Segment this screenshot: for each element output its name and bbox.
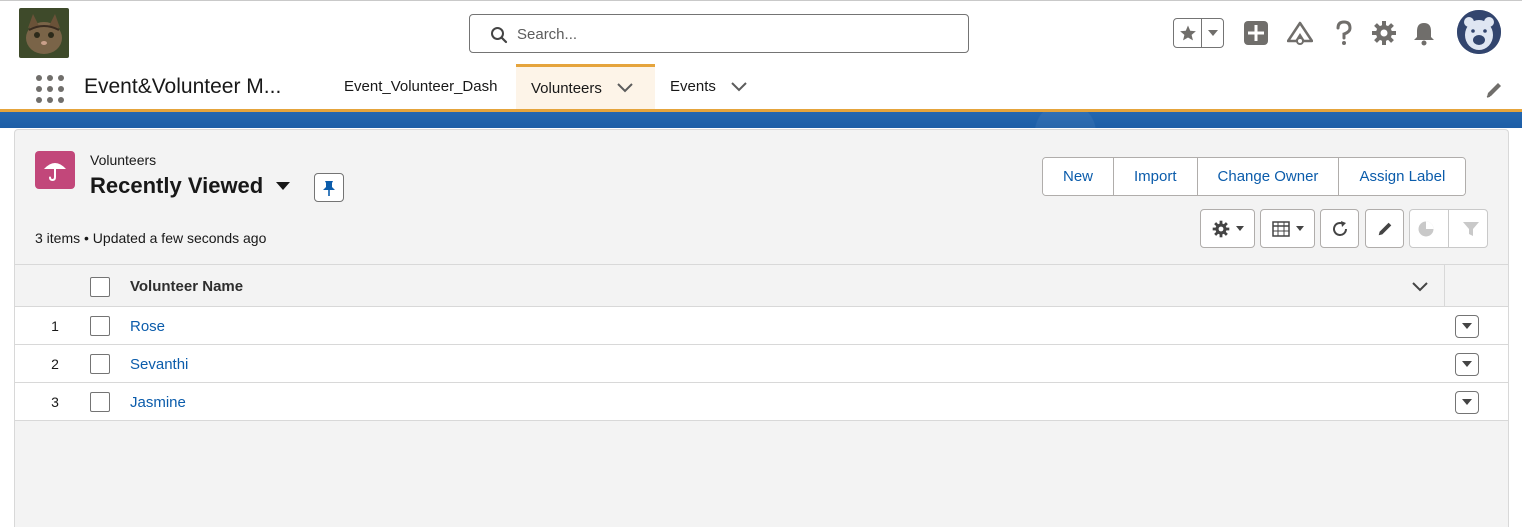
caret-down-icon	[1462, 399, 1472, 405]
global-search[interactable]	[469, 14, 969, 53]
app-launcher-icon[interactable]	[34, 73, 64, 103]
user-avatar[interactable]	[1457, 10, 1501, 54]
trailhead-icon[interactable]	[1286, 19, 1314, 47]
help-icon[interactable]	[1330, 19, 1358, 47]
row-actions-button[interactable]	[1455, 353, 1479, 376]
list-view-table: Volunteer Name 1 Rose 2 Sevanthi 3 Jasmi…	[15, 264, 1508, 421]
new-button[interactable]: New	[1043, 158, 1115, 195]
tab-volunteers[interactable]: Volunteers	[516, 64, 655, 109]
refresh-button[interactable]	[1320, 209, 1359, 248]
favorites-group	[1173, 18, 1224, 48]
assign-label-button[interactable]: Assign Label	[1339, 158, 1466, 195]
filter-icon[interactable]	[1462, 220, 1480, 238]
volunteer-link[interactable]: Jasmine	[130, 394, 186, 411]
table-row: 2 Sevanthi	[15, 345, 1508, 383]
search-input[interactable]	[517, 23, 937, 45]
inline-edit-button[interactable]	[1365, 209, 1404, 248]
chevron-down-icon[interactable]	[730, 78, 748, 96]
row-actions-button[interactable]	[1455, 391, 1479, 414]
table-row: 1 Rose	[15, 307, 1508, 345]
app-name: Event&Volunteer M...	[84, 75, 282, 98]
import-button[interactable]: Import	[1114, 158, 1198, 195]
pin-list-view-button[interactable]	[314, 173, 344, 202]
list-view-card: Volunteers Recently Viewed New Import Ch…	[14, 129, 1509, 527]
pencil-icon	[1378, 222, 1391, 235]
row-number: 1	[51, 318, 59, 334]
tab-events[interactable]: Events	[656, 64, 748, 109]
tab-label: Event_Volunteer_Dash	[344, 78, 498, 95]
umbrella-icon	[35, 151, 75, 189]
list-actions-group: New Import Change Owner Assign Label	[1042, 157, 1467, 196]
volunteer-link[interactable]: Sevanthi	[130, 356, 188, 373]
volunteer-link[interactable]: Rose	[130, 318, 165, 335]
chevron-down-icon[interactable]	[616, 79, 634, 97]
select-all-checkbox[interactable]	[90, 277, 110, 297]
caret-down-icon	[1235, 225, 1244, 231]
global-header	[0, 0, 1522, 64]
list-view-controls-button[interactable]	[1200, 209, 1255, 248]
chevron-down-icon[interactable]	[1410, 277, 1430, 297]
row-checkbox[interactable]	[90, 354, 110, 374]
row-checkbox[interactable]	[90, 392, 110, 412]
column-header-volunteer-name[interactable]: Volunteer Name	[130, 278, 243, 295]
row-number: 3	[51, 394, 59, 410]
setup-gear-icon[interactable]	[1370, 19, 1398, 47]
tab-event-volunteer-dash[interactable]: Event_Volunteer_Dash	[330, 64, 511, 109]
gear-icon	[1212, 220, 1229, 237]
favorites-star-icon[interactable]	[1174, 19, 1202, 47]
change-owner-button[interactable]: Change Owner	[1197, 158, 1340, 195]
tab-label: Events	[670, 78, 716, 95]
tab-label: Volunteers	[531, 79, 602, 97]
refresh-icon	[1332, 220, 1347, 236]
list-status: 3 items • Updated a few seconds ago	[35, 230, 267, 246]
pin-icon	[323, 180, 335, 196]
app-navigation-bar: Event&Volunteer M... Event_Volunteer_Das…	[0, 64, 1522, 112]
object-label: Volunteers	[90, 152, 157, 168]
row-number: 2	[51, 356, 59, 372]
row-actions-button[interactable]	[1455, 315, 1479, 338]
edit-nav-pencil-icon[interactable]	[1484, 80, 1504, 100]
column-divider[interactable]	[1444, 265, 1445, 307]
search-icon	[491, 27, 508, 44]
favorites-dropdown-icon[interactable]	[1202, 19, 1223, 47]
caret-down-icon	[1462, 323, 1472, 329]
caret-down-icon[interactable]	[276, 182, 291, 190]
table-row: 3 Jasmine	[15, 383, 1508, 421]
display-as-button[interactable]	[1260, 209, 1315, 248]
list-view-selector[interactable]: Recently Viewed	[90, 173, 291, 199]
page-title: Recently Viewed	[90, 173, 264, 198]
caret-down-icon	[1295, 225, 1304, 231]
charts-filters-group	[1409, 209, 1488, 248]
caret-down-icon	[1462, 361, 1472, 367]
table-header: Volunteer Name	[15, 264, 1508, 307]
row-checkbox[interactable]	[90, 316, 110, 336]
notifications-bell-icon[interactable]	[1410, 19, 1438, 47]
chart-icon[interactable]	[1417, 220, 1435, 238]
org-logo[interactable]	[19, 8, 69, 58]
global-add-icon[interactable]	[1242, 19, 1270, 47]
table-icon	[1271, 220, 1290, 237]
